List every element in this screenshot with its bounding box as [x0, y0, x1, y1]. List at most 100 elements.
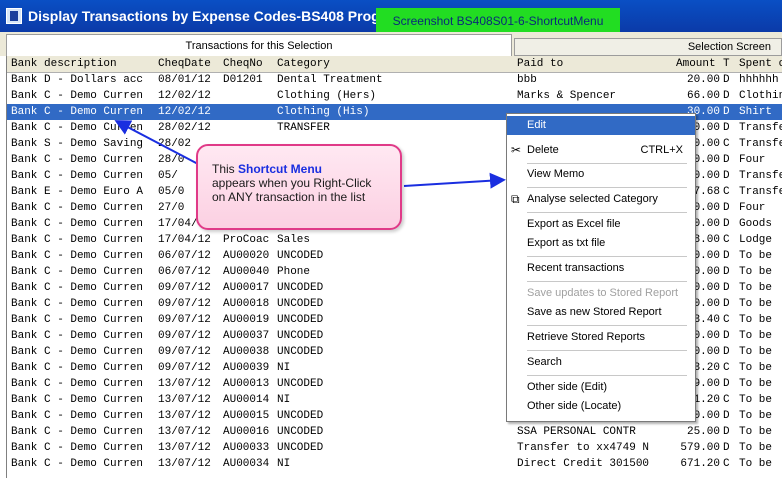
menu-item-save-new-report[interactable]: Save as new Stored Report [507, 303, 695, 322]
column-header-spent-on[interactable]: Spent on [739, 56, 782, 72]
cell-cheqno: D01201 [223, 74, 263, 86]
column-header-paid-to[interactable]: Paid to [517, 56, 563, 72]
cell-paid-to: Transfer to xx4749 N [517, 442, 650, 454]
menu-item-edit[interactable]: Edit [507, 116, 695, 135]
cell-type: C [723, 314, 730, 326]
cell-cheqno: AU00019 [223, 314, 270, 326]
tab-selection-screen[interactable]: Selection Screen [514, 38, 782, 56]
cell-cheqno: AU00040 [223, 266, 270, 278]
cell-cheqno: AU00037 [223, 330, 270, 342]
cell-bank: Bank C - Demo Curren [11, 362, 144, 374]
menu-separator [527, 350, 687, 351]
menu-item-other-side-edit[interactable]: Other side (Edit) [507, 378, 695, 397]
cell-type: D [723, 282, 730, 294]
cell-cheqno: ProCoac [223, 234, 270, 246]
cell-cheqno: AU00016 [223, 426, 270, 438]
tab-transactions[interactable]: Transactions for this Selection [6, 34, 512, 56]
column-header-amount[interactable]: Amount [676, 56, 716, 72]
cell-cheqno: AU00038 [223, 346, 270, 358]
table-row[interactable]: Bank D - Dollars acc 08/01/12 D01201 Dental… [7, 72, 782, 88]
cell-cheqdate: 28/02/12 [158, 122, 211, 134]
column-header-category[interactable]: Category [277, 56, 330, 72]
cell-category: Clothing (His) [277, 106, 370, 118]
cell-spent-on: Four [739, 154, 766, 166]
callout-prefix: This [212, 162, 239, 176]
menu-item-other-side-locate[interactable]: Other side (Locate) [507, 397, 695, 416]
cell-bank: Bank C - Demo Curren [11, 154, 144, 166]
cell-spent-on: Transfer [739, 138, 782, 150]
cell-cheqdate: 13/07/12 [158, 410, 211, 422]
cell-cheqdate: 09/07/12 [158, 330, 211, 342]
column-header-cheqdate[interactable]: CheqDate [158, 56, 211, 72]
table-row[interactable]: Bank C - Demo Curren 12/02/12 Clothing (He… [7, 88, 782, 104]
cell-category: UNCODED [277, 330, 324, 342]
cell-type: C [723, 362, 730, 374]
column-header-cheqno[interactable]: CheqNo [223, 56, 263, 72]
cell-cheqdate: 13/07/12 [158, 378, 211, 390]
cell-type: D [723, 250, 730, 262]
cell-bank: Bank C - Demo Curren [11, 122, 144, 134]
cell-spent-on: To be [739, 458, 773, 470]
cell-category: UNCODED [277, 346, 324, 358]
context-menu[interactable]: Edit ✂ Delete CTRL+X View Memo ⧉ Analyse se… [506, 113, 696, 422]
cell-cheqdate: 13/07/12 [158, 458, 211, 470]
window-title: Display Transactions by Expense Codes-BS… [28, 8, 406, 24]
menu-item-analyse-category[interactable]: ⧉ Analyse selected Category [507, 190, 695, 209]
cell-bank: Bank C - Demo Curren [11, 346, 144, 358]
cell-cheqno: AU00020 [223, 250, 270, 262]
cell-cheqno: AU00015 [223, 410, 270, 422]
cell-category: UNCODED [277, 282, 324, 294]
cell-spent-on: To be [739, 410, 773, 422]
cell-type: D [723, 74, 730, 86]
cell-type: D [723, 122, 730, 134]
table-row[interactable]: Bank C - Demo Curren 13/07/12 AU00033 UNCOD… [7, 440, 782, 456]
cell-spent-on: To be [739, 250, 773, 262]
menu-item-export-txt[interactable]: Export as txt file [507, 234, 695, 253]
column-header-type[interactable]: T [723, 56, 730, 72]
cell-type: D [723, 266, 730, 278]
table-row[interactable]: Bank C - Demo Curren 13/07/12 AU00034 NI Dir… [7, 456, 782, 472]
cell-spent-on: Transfer [739, 186, 782, 198]
cell-spent-on: To be [739, 442, 773, 454]
cell-bank: Bank D - Dollars acc [11, 74, 144, 86]
cell-spent-on: Goods [739, 218, 773, 230]
cell-bank: Bank C - Demo Curren [11, 202, 144, 214]
menu-separator [527, 163, 687, 164]
tab-strip: Transactions for this Selection Selectio… [0, 32, 782, 56]
cell-spent-on: Clothing [739, 90, 782, 102]
cell-cheqno: AU00039 [223, 362, 270, 374]
cell-type: D [723, 106, 730, 118]
grid-header: Bank description CheqDate CheqNo Categor… [7, 56, 782, 73]
cell-bank: Bank C - Demo Curren [11, 250, 144, 262]
cell-cheqdate: 12/02/12 [158, 106, 211, 118]
cell-cheqdate: 09/07/12 [158, 282, 211, 294]
menu-item-search[interactable]: Search [507, 353, 695, 372]
menu-item-export-excel[interactable]: Export as Excel file [507, 215, 695, 234]
cell-spent-on: To be [739, 346, 773, 358]
menu-item-recent-transactions[interactable]: Recent transactions [507, 259, 695, 278]
cell-spent-on: Four [739, 202, 766, 214]
cell-bank: Bank C - Demo Curren [11, 410, 144, 422]
cell-type: C [723, 394, 730, 406]
cell-spent-on: To be [739, 394, 773, 406]
column-header-bank[interactable]: Bank description [11, 56, 117, 72]
menu-item-delete[interactable]: ✂ Delete CTRL+X [507, 141, 695, 160]
cell-cheqdate: 09/07/12 [158, 346, 211, 358]
cell-bank: Bank C - Demo Curren [11, 170, 144, 182]
cell-cheqdate: 13/07/12 [158, 426, 211, 438]
menu-item-retrieve-reports[interactable]: Retrieve Stored Reports [507, 328, 695, 347]
cell-cheqdate: 09/07/12 [158, 362, 211, 374]
cell-category: UNCODED [277, 410, 324, 422]
cell-spent-on: Transfer [739, 122, 782, 134]
menu-separator [527, 187, 687, 188]
cell-cheqno: AU00034 [223, 458, 270, 470]
cell-cheqdate: 06/07/12 [158, 266, 211, 278]
cell-bank: Bank C - Demo Curren [11, 330, 144, 342]
cell-category: UNCODED [277, 250, 324, 262]
cell-category: Dental Treatment [277, 74, 383, 86]
table-row[interactable]: Bank C - Demo Curren 13/07/12 AU00016 UNCOD… [7, 424, 782, 440]
menu-item-view-memo[interactable]: View Memo [507, 165, 695, 184]
cell-category: UNCODED [277, 442, 324, 454]
cell-category: Sales [277, 234, 311, 246]
cell-amount: 25.00 [686, 426, 720, 438]
